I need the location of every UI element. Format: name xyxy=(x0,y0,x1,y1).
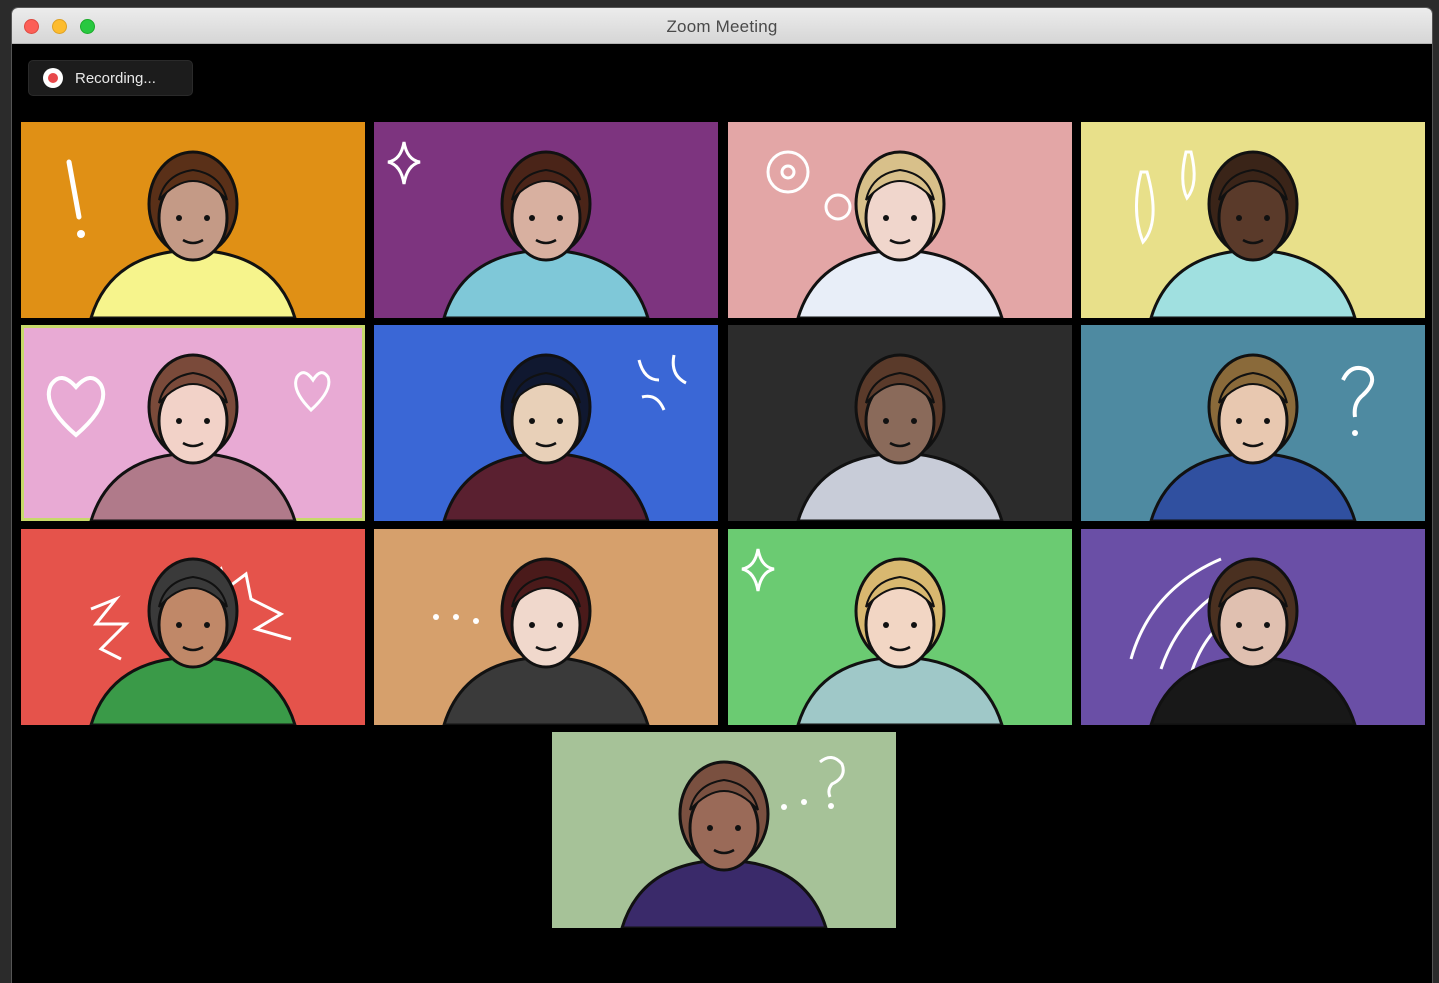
participant-figure xyxy=(442,353,650,521)
participant-figure xyxy=(796,353,1004,521)
scribble-decoration xyxy=(1341,366,1375,436)
participant-avatar-illustration xyxy=(89,557,297,725)
participant-figure xyxy=(1149,353,1357,521)
scribble-decoration xyxy=(66,159,85,238)
participant-video-tile[interactable] xyxy=(728,122,1072,318)
participant-avatar-illustration xyxy=(66,150,297,318)
participant-video-tile[interactable] xyxy=(1081,325,1425,521)
participant-video-tile[interactable] xyxy=(1081,122,1425,318)
participant-figure xyxy=(89,353,297,521)
participant-figure xyxy=(89,150,297,318)
scribble-decoration xyxy=(1134,150,1196,245)
participant-video-tile[interactable] xyxy=(374,122,718,318)
participant-video-tile[interactable] xyxy=(374,325,718,521)
participant-avatar-illustration xyxy=(433,557,650,725)
scribble-decoration xyxy=(637,354,687,411)
scribble-decoration xyxy=(433,614,479,624)
recording-label: Recording... xyxy=(75,69,156,87)
participant-avatar-illustration xyxy=(766,150,1004,318)
participant-avatar-illustration xyxy=(46,353,331,521)
participant-avatar-illustration xyxy=(1149,353,1375,521)
participant-figure xyxy=(796,557,1004,725)
participant-figure xyxy=(796,150,1004,318)
participant-video-tile[interactable] xyxy=(374,529,718,725)
participant-video-tile[interactable] xyxy=(728,529,1072,725)
participant-video-tile[interactable] xyxy=(552,732,896,928)
participant-figure xyxy=(620,760,828,928)
participant-avatar-illustration xyxy=(387,141,650,318)
zoom-window: Zoom Meeting Recording... xyxy=(12,8,1432,983)
recording-indicator[interactable]: Recording... xyxy=(28,60,193,96)
participant-avatar-illustration xyxy=(1134,150,1357,318)
participant-figure xyxy=(442,557,650,725)
participant-video-tile[interactable] xyxy=(21,325,365,521)
participant-avatar-illustration xyxy=(741,548,1004,725)
participant-avatar-illustration xyxy=(1129,557,1357,725)
participant-figure xyxy=(442,150,650,318)
participant-avatar-illustration xyxy=(620,756,845,928)
title-bar[interactable]: Zoom Meeting xyxy=(12,8,1432,44)
participant-video-tile[interactable] xyxy=(1081,529,1425,725)
participant-video-tile[interactable] xyxy=(728,325,1072,521)
scribble-decoration xyxy=(781,756,845,810)
participant-video-tile[interactable] xyxy=(21,122,365,318)
scribble-decoration xyxy=(766,150,852,221)
window-title: Zoom Meeting xyxy=(666,17,778,36)
participant-video-tile[interactable] xyxy=(21,529,365,725)
participant-avatar-illustration xyxy=(796,353,1004,521)
record-icon xyxy=(43,68,63,88)
participant-avatar-illustration xyxy=(442,353,687,521)
participant-figure xyxy=(89,557,297,725)
